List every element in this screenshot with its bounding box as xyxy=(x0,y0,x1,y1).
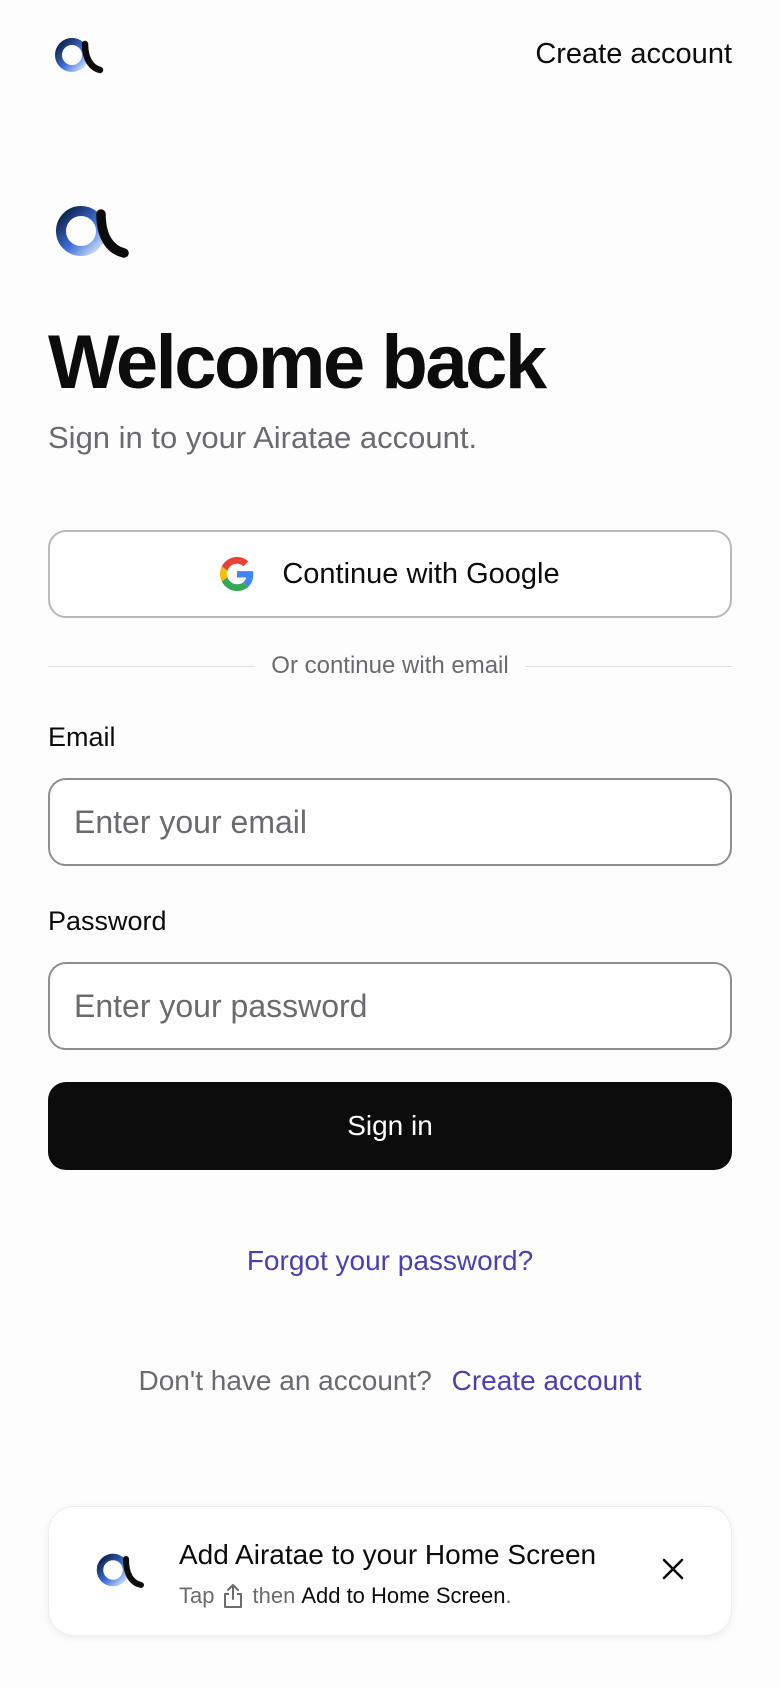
airatae-logo-icon xyxy=(96,1553,144,1588)
share-icon xyxy=(224,1584,243,1608)
close-icon[interactable] xyxy=(655,1551,691,1587)
password-field[interactable] xyxy=(48,962,732,1050)
banner-tap-text: Tap xyxy=(179,1583,215,1608)
or-divider: Or continue with email xyxy=(48,652,732,680)
airatae-logo-icon[interactable] xyxy=(48,30,106,76)
banner-title: Add Airatae to your Home Screen xyxy=(179,1539,597,1570)
signup-prompt: Don't have an account? Create account xyxy=(0,1365,780,1397)
banner-instructions: Tap then Add to Home Screen. xyxy=(179,1583,512,1609)
forgot-password-link[interactable]: Forgot your password? xyxy=(0,1245,780,1277)
add-to-home-screen-banner: Add Airatae to your Home Screen Tap then… xyxy=(48,1506,732,1636)
banner-action-text: Add to Home Screen xyxy=(301,1583,506,1608)
email-field[interactable] xyxy=(48,778,732,866)
sign-in-button[interactable]: Sign in xyxy=(48,1082,732,1170)
airatae-logo-icon xyxy=(56,206,129,258)
page-subtitle: Sign in to your Airatae account. xyxy=(48,420,478,455)
password-label: Password xyxy=(48,906,167,936)
page-title: Welcome back xyxy=(48,320,547,405)
email-label: Email xyxy=(48,722,116,752)
header-create-account-link[interactable]: Create account xyxy=(535,38,732,71)
divider-line xyxy=(48,665,256,667)
banner-then-text: then xyxy=(252,1583,296,1608)
google-button-label: Continue with Google xyxy=(282,557,560,590)
divider-text: Or continue with email xyxy=(271,652,509,679)
banner-period: . xyxy=(505,1583,512,1608)
create-account-link[interactable]: Create account xyxy=(452,1365,642,1396)
divider-line xyxy=(524,665,732,667)
top-bar: Create account xyxy=(0,0,780,112)
no-account-text: Don't have an account? xyxy=(138,1365,432,1396)
google-g-icon xyxy=(220,557,254,591)
continue-with-google-button[interactable]: Continue with Google xyxy=(48,530,732,618)
